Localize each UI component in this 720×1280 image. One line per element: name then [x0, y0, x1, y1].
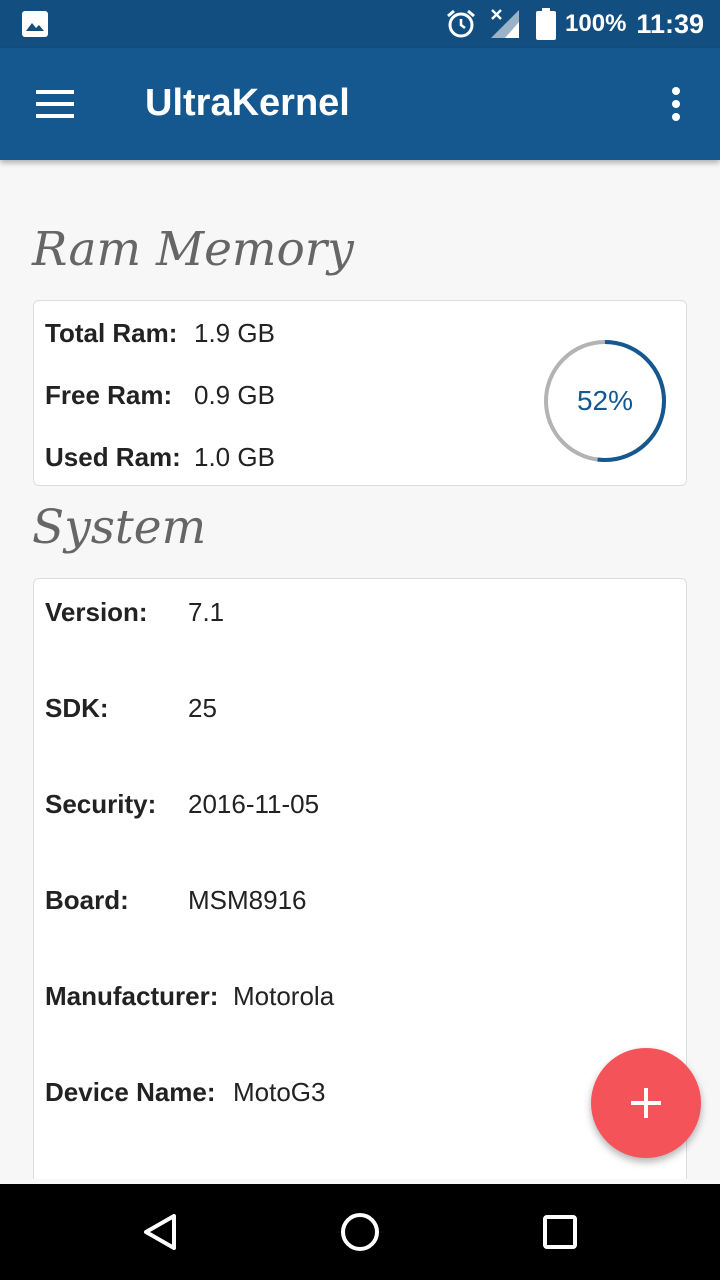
home-icon [341, 1213, 379, 1251]
alarm-icon [447, 9, 475, 38]
system-row-label: Device Name: [45, 1077, 216, 1107]
navigation-bar [0, 1184, 720, 1280]
status-right: 100% 11:39 [445, 0, 704, 48]
ram-memory-heading: Ram Memory [32, 222, 354, 277]
ram-row-label: Total Ram: [45, 318, 178, 348]
overflow-menu-button[interactable] [654, 76, 698, 132]
system-row-value: 2016-11-05 [188, 789, 320, 819]
ram-usage-gauge: 52% [543, 339, 667, 463]
battery-percent: 100% [565, 10, 627, 37]
recents-button[interactable] [530, 1202, 590, 1262]
clock-time: 11:39 [636, 8, 704, 39]
ram-row-label: Used Ram: [45, 442, 181, 472]
plus-icon [631, 1088, 661, 1118]
system-row-value: 25 [188, 693, 217, 723]
system-heading: System [32, 500, 207, 555]
ram-card: Total Ram: 1.9 GB Free Ram: 0.9 GB Used … [33, 300, 687, 486]
ram-usage-percent: 52% [576, 385, 634, 416]
system-row-value: 7.1 [188, 597, 225, 627]
home-button[interactable] [330, 1202, 390, 1262]
more-vert-icon [672, 87, 680, 121]
app-title: UltraKernel [145, 82, 350, 124]
system-row-value: Motorola [233, 981, 335, 1011]
ram-row-value: 0.9 GB [194, 380, 275, 410]
system-row-label: SDK: [45, 693, 109, 723]
ram-row-label: Free Ram: [45, 380, 173, 410]
system-row-value: MotoG3 [233, 1077, 326, 1107]
status-bar: 100% 11:39 [0, 0, 720, 48]
system-row-label: Manufacturer: [45, 981, 219, 1011]
system-row-label: Board: [45, 885, 129, 915]
image-icon [22, 11, 48, 37]
system-row-label: Security: [45, 789, 157, 819]
ram-row-value: 1.9 GB [194, 318, 275, 348]
back-icon [144, 1214, 176, 1250]
recents-icon [543, 1215, 577, 1249]
system-row-label: Version: [45, 597, 148, 627]
back-button[interactable] [130, 1202, 190, 1262]
signal-icon [491, 9, 520, 38]
system-row-value: MSM8916 [188, 885, 307, 915]
battery-icon [536, 8, 557, 40]
menu-button[interactable] [22, 80, 90, 128]
app-bar: UltraKernel [0, 48, 720, 160]
system-card: Version: 7.1 SDK: 25 Security: 2016-11-0… [33, 578, 687, 1179]
menu-icon [36, 90, 74, 118]
ram-row-value: 1.0 GB [194, 442, 275, 472]
add-fab-button[interactable] [591, 1048, 701, 1158]
